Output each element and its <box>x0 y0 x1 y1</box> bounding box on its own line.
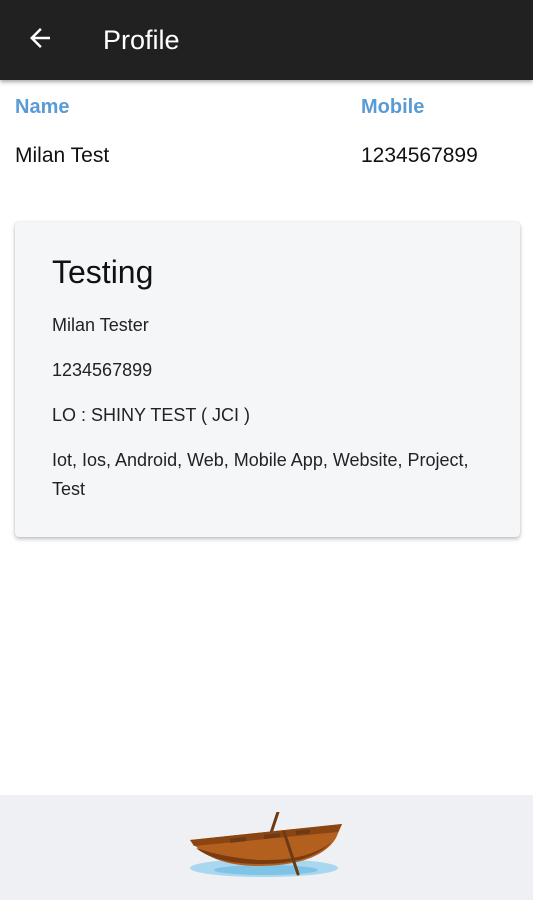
card-lo: LO : SHINY TEST ( JCI ) <box>52 405 251 425</box>
card-title: Testing <box>52 254 154 290</box>
project-card[interactable]: Testing Milan Tester 1234567899 LO : SHI… <box>15 222 520 537</box>
card-tags: Iot, Ios, Android, Web, Mobile App, Webs… <box>52 450 469 499</box>
card-phone: 1234567899 <box>52 360 153 380</box>
mobile-label: Mobile <box>361 96 425 118</box>
back-button[interactable] <box>18 20 62 60</box>
app-bar: Profile <box>0 0 533 80</box>
name-value: Milan Test <box>15 144 110 167</box>
name-label: Name <box>15 96 70 118</box>
page-title: Profile <box>103 25 180 55</box>
rowboat-logo <box>186 810 348 887</box>
card-contact-name: Milan Tester <box>52 315 149 335</box>
mobile-value: 1234567899 <box>361 144 478 167</box>
arrow-back-icon <box>25 23 55 58</box>
profile-summary: Name Mobile Milan Test 1234567899 <box>0 80 533 190</box>
